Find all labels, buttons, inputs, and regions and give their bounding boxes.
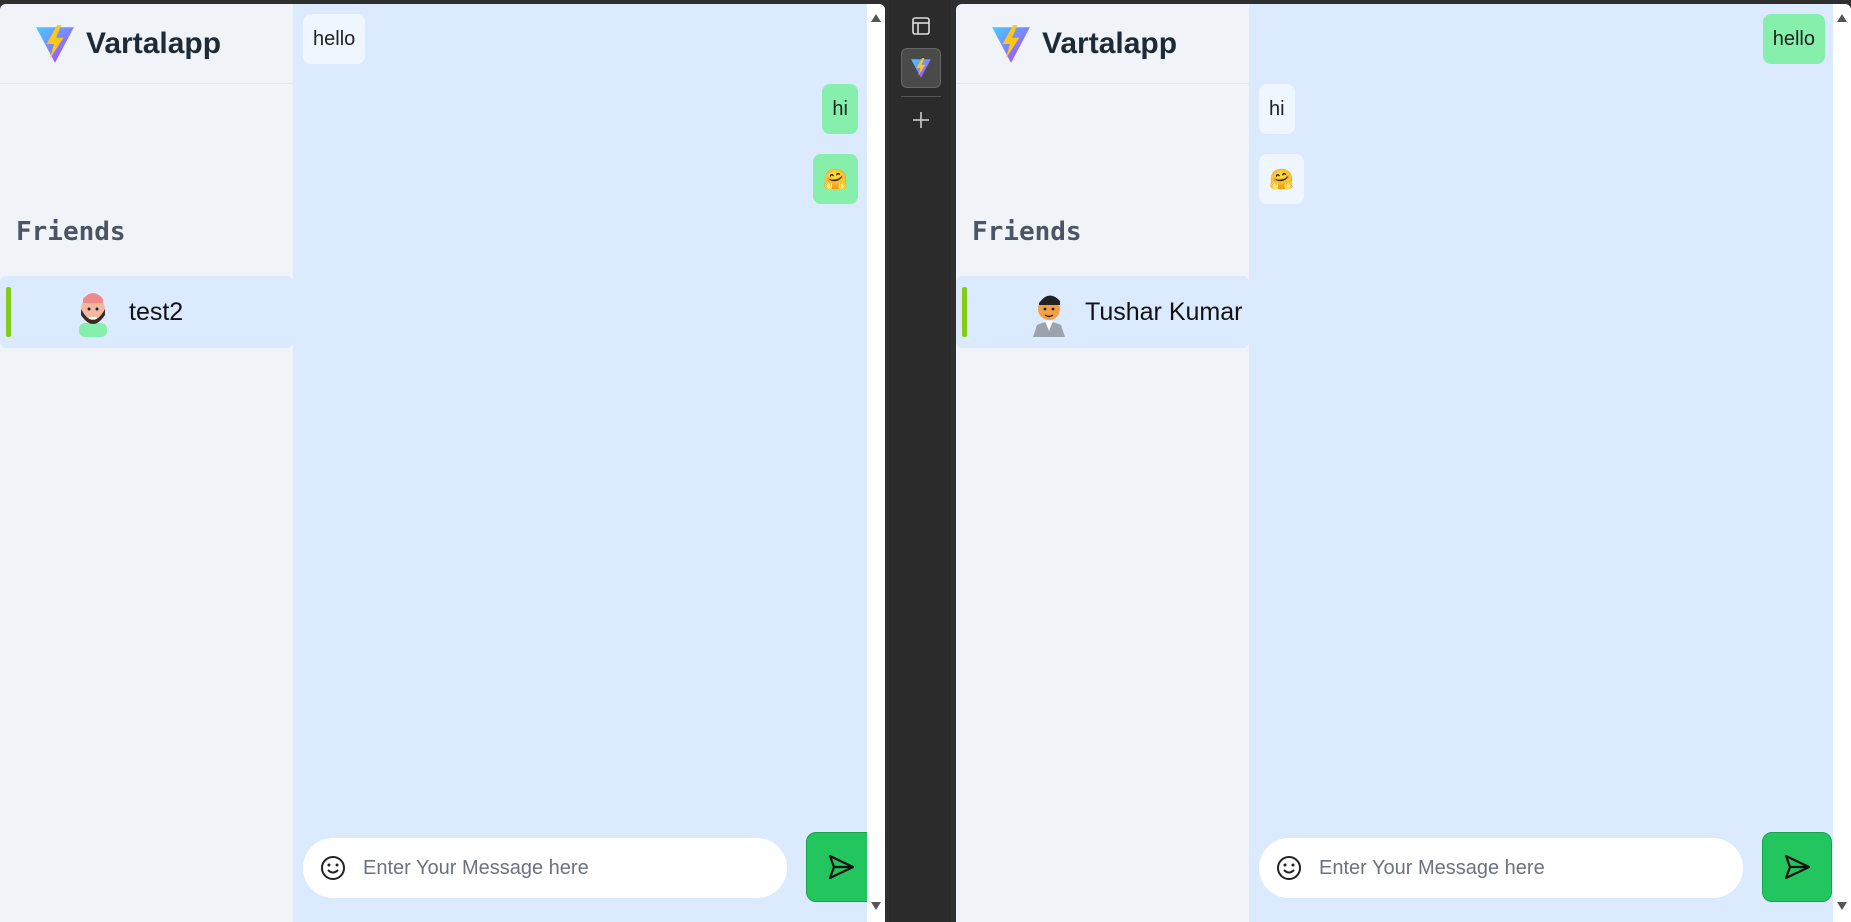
vite-logo-icon [911, 58, 931, 78]
send-button[interactable] [806, 832, 876, 902]
message-composer [1259, 838, 1743, 898]
scroll-up-icon[interactable] [871, 14, 881, 22]
scrollbar[interactable] [867, 4, 885, 922]
scroll-down-icon[interactable] [871, 902, 881, 910]
friends-heading: Friends [972, 217, 1082, 247]
scrollbar[interactable] [1833, 4, 1851, 922]
send-icon [1784, 854, 1811, 880]
avatar [79, 293, 107, 337]
message-area: hello hi 🤗 [1249, 4, 1833, 922]
sidebar-toggle-button[interactable] [901, 6, 941, 46]
message-bubble-received: hi [1259, 84, 1295, 134]
smile-icon[interactable] [319, 854, 347, 882]
online-indicator [6, 287, 11, 337]
friend-name: Tushar Kumar [1085, 297, 1243, 326]
send-icon [828, 854, 855, 880]
online-indicator [962, 287, 967, 337]
browser-side-strip [889, 0, 951, 922]
sidebar: Vartalapp Friends Tushar Kumar [956, 4, 1249, 922]
new-tab-button[interactable] [901, 100, 941, 140]
message-bubble-sent: hi [822, 84, 858, 134]
app-title: Vartalapp [86, 26, 222, 60]
message-composer [303, 838, 787, 898]
avatar [1033, 295, 1065, 337]
message-input[interactable] [363, 856, 743, 880]
friends-heading: Friends [16, 217, 126, 247]
scroll-down-icon[interactable] [1837, 902, 1847, 910]
vite-logo-icon [36, 24, 74, 63]
scroll-track[interactable] [1837, 28, 1847, 896]
scroll-up-icon[interactable] [1837, 14, 1847, 22]
vite-logo-icon [992, 24, 1030, 63]
friend-list-item[interactable]: Tushar Kumar [956, 276, 1249, 348]
app-title: Vartalapp [1042, 26, 1178, 60]
message-bubble-received: hello [303, 14, 366, 64]
send-button[interactable] [1762, 832, 1832, 902]
message-input[interactable] [1319, 856, 1699, 880]
chat-window-left: Vartalapp Friends test2 hello hi 🤗 Enter… [0, 4, 885, 922]
friend-name: test2 [129, 297, 184, 326]
message-bubble-received: 🤗 [1259, 154, 1304, 204]
logo-bar: Vartalapp [0, 4, 293, 84]
tab-vartalapp[interactable] [901, 48, 941, 88]
desktop: Vartalapp Friends test2 hello hi 🤗 Enter… [0, 0, 1851, 922]
message-bubble-sent: 🤗 [813, 154, 858, 204]
chat-window-right: Vartalapp Friends Tushar Kumar hello hi … [956, 4, 1851, 922]
logo-bar: Vartalapp [956, 4, 1249, 84]
message-bubble-sent: hello [1762, 14, 1825, 64]
smile-icon[interactable] [1275, 854, 1303, 882]
divider [901, 96, 941, 97]
message-area: hello hi 🤗 [293, 4, 876, 922]
friend-list-item[interactable]: test2 [0, 276, 293, 348]
scroll-track[interactable] [871, 28, 881, 896]
plus-icon [913, 112, 929, 128]
sidebar-toggle-icon [912, 17, 930, 35]
sidebar: Vartalapp Friends test2 [0, 4, 293, 922]
